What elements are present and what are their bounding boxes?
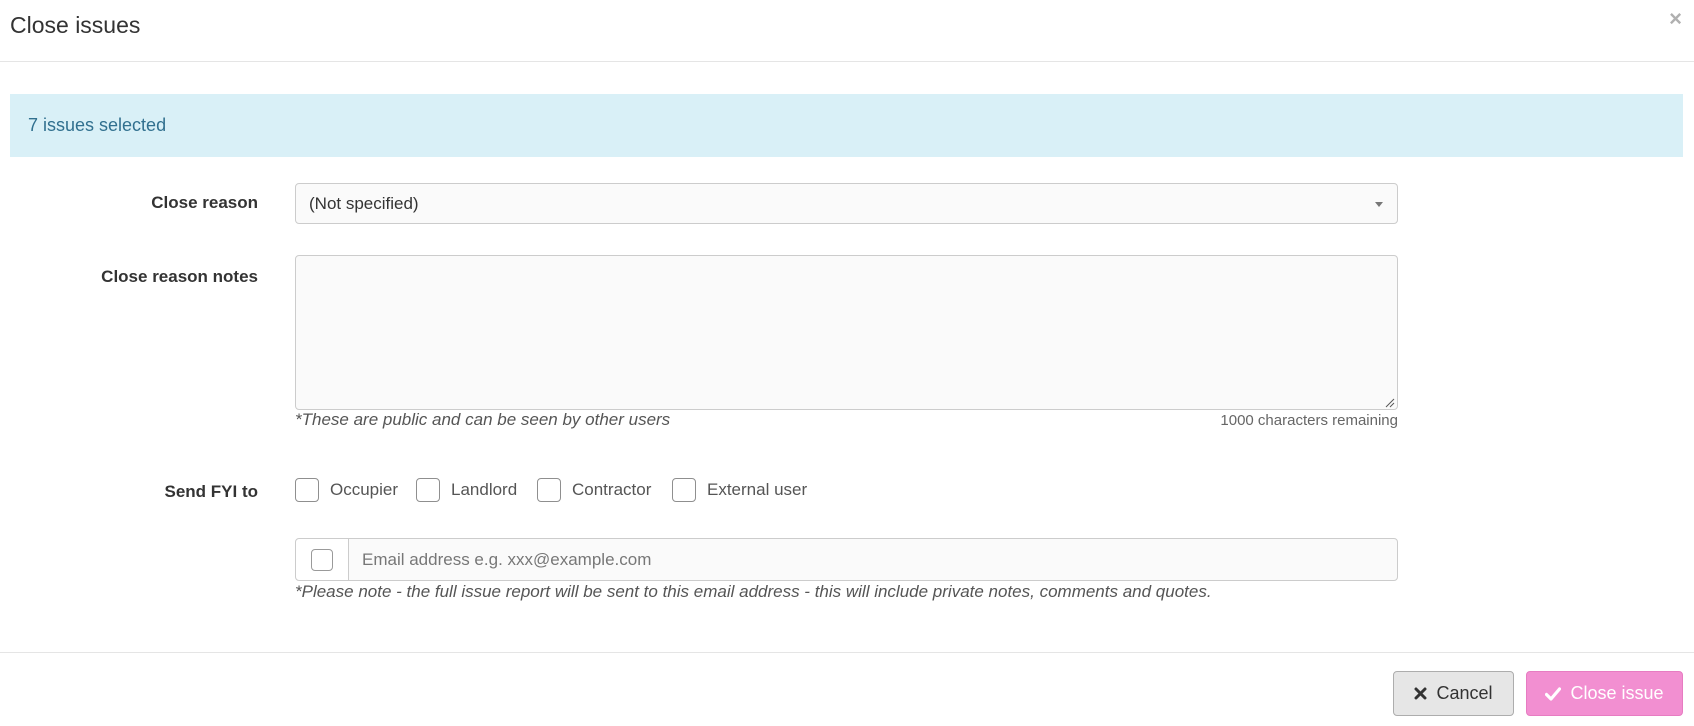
close-issue-button[interactable]: Close issue: [1526, 671, 1683, 716]
modal-header: Close issues ×: [0, 0, 1694, 62]
cancel-button-label: Cancel: [1436, 683, 1493, 703]
footer-divider: [0, 652, 1694, 653]
close-reason-selected-value: (Not specified): [309, 193, 419, 213]
fyi-occupier-checkbox[interactable]: [295, 478, 319, 502]
fyi-landlord-label[interactable]: Landlord: [451, 480, 517, 500]
caret-down-icon: [1375, 202, 1383, 207]
selection-count-text: 7 issues selected: [28, 115, 167, 135]
email-address-input[interactable]: [349, 539, 1397, 580]
cancel-button[interactable]: Cancel: [1393, 671, 1514, 716]
fyi-landlord-option[interactable]: Landlord: [416, 478, 517, 502]
close-reason-select[interactable]: (Not specified): [295, 183, 1398, 224]
fyi-external-user-label[interactable]: External user: [707, 480, 807, 500]
fyi-landlord-checkbox[interactable]: [416, 478, 440, 502]
resize-grip-icon[interactable]: [1384, 397, 1395, 408]
notes-public-help: *These are public and can be seen by oth…: [295, 410, 671, 429]
modal-title: Close issues: [10, 12, 141, 38]
fyi-external-user-checkbox[interactable]: [672, 478, 696, 502]
email-addon: [296, 539, 349, 580]
close-reason-notes-label: Close reason notes: [101, 267, 258, 286]
close-reason-notes-textarea[interactable]: [295, 255, 1398, 410]
fyi-contractor-option[interactable]: Contractor: [537, 478, 651, 502]
times-icon: [1414, 687, 1427, 700]
close-icon[interactable]: ×: [1669, 8, 1682, 30]
close-reason-label: Close reason: [151, 193, 258, 212]
fyi-external-user-option[interactable]: External user: [672, 478, 807, 502]
check-icon: [1545, 686, 1562, 701]
fyi-occupier-label[interactable]: Occupier: [330, 480, 398, 500]
fyi-contractor-label[interactable]: Contractor: [572, 480, 651, 500]
close-issue-button-label: Close issue: [1570, 683, 1664, 703]
characters-remaining: 1000 characters remaining: [1220, 412, 1398, 429]
send-fyi-label: Send FYI to: [164, 482, 259, 501]
email-input-group: [295, 538, 1398, 581]
close-issues-modal: Close issues × 7 issues selected Close r…: [0, 0, 1694, 726]
fyi-occupier-option[interactable]: Occupier: [295, 478, 398, 502]
selection-alert: 7 issues selected: [10, 94, 1683, 157]
email-checkbox[interactable]: [311, 548, 333, 571]
email-note: *Please note - the full issue report wil…: [295, 582, 1212, 601]
fyi-contractor-checkbox[interactable]: [537, 478, 561, 502]
